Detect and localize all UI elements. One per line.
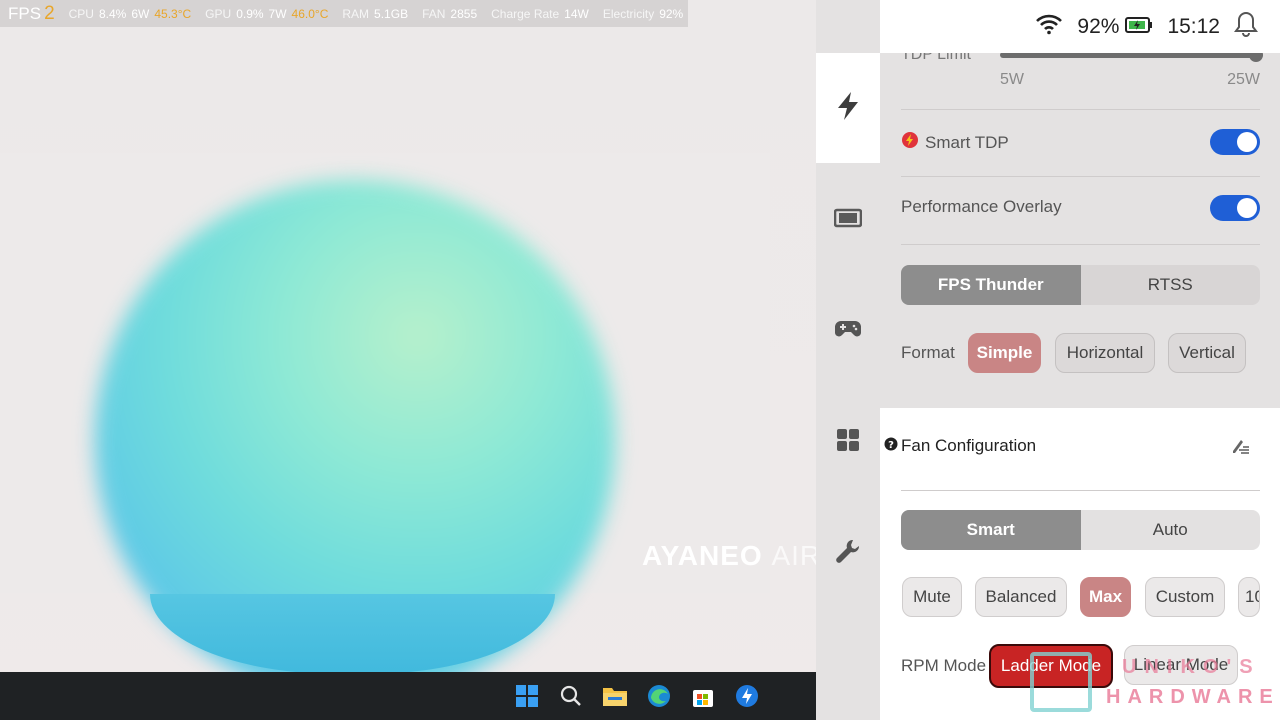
- cpu-label: CPU: [68, 6, 94, 21]
- performance-overlay-label: Performance Overlay: [901, 197, 1062, 216]
- option-smart[interactable]: Smart: [901, 510, 1081, 550]
- help-icon[interactable]: ?: [884, 436, 898, 456]
- ram-value: 5.1GB: [374, 6, 409, 21]
- fan-value: 2855: [450, 6, 478, 21]
- charge-label: Charge Rate: [491, 6, 560, 21]
- smart-tdp-label: Smart TDP: [925, 132, 1009, 152]
- battery-charging-icon: [1125, 15, 1153, 39]
- format-vertical-button[interactable]: Vertical: [1168, 333, 1246, 373]
- tab-controller[interactable]: [816, 276, 880, 386]
- charge-value: 14W: [564, 6, 589, 21]
- edit-icon[interactable]: [1230, 436, 1250, 460]
- format-horizontal-button[interactable]: Horizontal: [1055, 333, 1155, 373]
- fan-preset-10[interactable]: 10: [1238, 577, 1260, 617]
- status-bar: 92% 15:12: [880, 0, 1280, 53]
- fan-label: FAN: [422, 6, 446, 21]
- rpm-mode-label: RPM Mode: [901, 656, 986, 676]
- windows-start-icon[interactable]: [512, 681, 542, 711]
- battery-percent: 92%: [1077, 14, 1120, 38]
- smart-tdp-row: Smart TDP: [901, 131, 1009, 154]
- fan-preset-custom[interactable]: Custom: [1145, 577, 1225, 617]
- file-explorer-icon[interactable]: [600, 681, 630, 711]
- taskbar: [0, 672, 816, 720]
- rpm-linear-mode-button[interactable]: Linear Mode: [1124, 645, 1238, 685]
- battery-status: 92%: [1077, 15, 1153, 39]
- svg-text:?: ?: [888, 440, 894, 451]
- fan-preset-balanced[interactable]: Balanced: [975, 577, 1067, 617]
- option-rtss[interactable]: RTSS: [1081, 265, 1261, 305]
- fan-configuration-card: ? Fan Configuration Smart Auto Mute Bala…: [880, 408, 1280, 720]
- electricity-value: 92%: [659, 6, 684, 21]
- gamepad-icon: [834, 319, 862, 343]
- search-icon[interactable]: [556, 681, 586, 711]
- grid-icon: [836, 428, 860, 456]
- gpu-label: GPU: [205, 6, 232, 21]
- performance-overlay-toggle[interactable]: [1210, 195, 1260, 221]
- fps-value: 2: [44, 2, 55, 24]
- toggle-knob: [1237, 132, 1257, 152]
- fps-label: FPS: [8, 3, 42, 23]
- brand-suffix: AIR: [771, 540, 816, 571]
- divider: [901, 176, 1260, 177]
- cpu-readout: CPU 8.4% 6W 45.3°C: [69, 7, 192, 21]
- option-fps-thunder[interactable]: FPS Thunder: [901, 265, 1081, 305]
- ayaspace-icon[interactable]: [732, 681, 762, 711]
- gpu-power: 7W: [268, 6, 287, 21]
- tab-apps[interactable]: [816, 387, 880, 497]
- toggle-knob: [1237, 198, 1257, 218]
- fan-config-header: ? Fan Configuration: [884, 436, 1036, 456]
- option-auto[interactable]: Auto: [1081, 510, 1261, 550]
- divider: [901, 490, 1260, 491]
- cpu-usage: 8.4%: [98, 6, 127, 21]
- fps-readout: FPS 2: [8, 3, 55, 25]
- ram-readout: RAM 5.1GB: [342, 7, 408, 21]
- notification-bell-icon[interactable]: [1234, 11, 1258, 43]
- brand-logo-text: AYANEO AIR: [642, 540, 816, 572]
- gpu-temp: 46.0°C: [291, 6, 329, 21]
- fan-readout: FAN 2855: [422, 7, 477, 21]
- electricity-readout: Electricity 92%: [603, 7, 683, 21]
- fan-config-title: Fan Configuration: [901, 436, 1037, 455]
- fan-mode-selector: Smart Auto: [901, 510, 1260, 550]
- smart-tdp-icon: [901, 131, 919, 154]
- wifi-icon: [1035, 13, 1063, 41]
- fan-preset-mute[interactable]: Mute: [902, 577, 962, 617]
- side-tab-rail: [816, 0, 880, 720]
- smart-tdp-toggle[interactable]: [1210, 129, 1260, 155]
- desktop: AYANEO AIR FPS 2 CPU 8.4% 6W 45.3°C GPU …: [0, 0, 816, 720]
- tdp-min-label: 5W: [1000, 71, 1024, 88]
- cpu-power: 6W: [131, 6, 150, 21]
- cpu-temp: 45.3°C: [154, 6, 192, 21]
- tab-display[interactable]: [816, 165, 880, 275]
- quick-settings-panel: TDP Limit 5W 25W 92% 15:12 Smart TDP Per…: [880, 0, 1280, 720]
- performance-overlay-row: Performance Overlay: [901, 197, 1062, 217]
- brand-name: AYANEO: [642, 540, 763, 571]
- gpu-usage: 0.9%: [236, 6, 264, 21]
- edge-browser-icon[interactable]: [644, 681, 674, 711]
- overlay-source-selector: FPS Thunder RTSS: [901, 265, 1260, 305]
- divider: [901, 244, 1260, 245]
- fan-preset-max[interactable]: Max: [1080, 577, 1131, 617]
- lightning-icon: [835, 91, 861, 125]
- performance-overlay-bar: FPS 2 CPU 8.4% 6W 45.3°C GPU 0.9% 7W 46.…: [0, 0, 688, 27]
- rpm-mode-label-text: RPM Mode: [901, 656, 987, 675]
- divider: [901, 109, 1260, 110]
- charge-readout: Charge Rate 14W: [491, 7, 589, 21]
- tab-performance[interactable]: [816, 53, 880, 163]
- tdp-max-label: 25W: [1227, 71, 1260, 88]
- format-simple-button[interactable]: Simple: [968, 333, 1041, 373]
- rpm-ladder-mode-button[interactable]: Ladder Mode: [989, 644, 1113, 688]
- tab-tools[interactable]: [816, 498, 880, 608]
- clock: 15:12: [1167, 14, 1220, 38]
- format-label-text: Format: [901, 343, 955, 362]
- electricity-label: Electricity: [602, 6, 655, 21]
- microsoft-store-icon[interactable]: [688, 681, 718, 711]
- ram-label: RAM: [342, 6, 370, 21]
- screen-icon: [833, 208, 863, 232]
- wrench-icon: [835, 538, 861, 568]
- format-label: Format: [901, 343, 955, 363]
- gpu-readout: GPU 0.9% 7W 46.0°C: [205, 7, 328, 21]
- wallpaper-orb-base: [150, 594, 555, 674]
